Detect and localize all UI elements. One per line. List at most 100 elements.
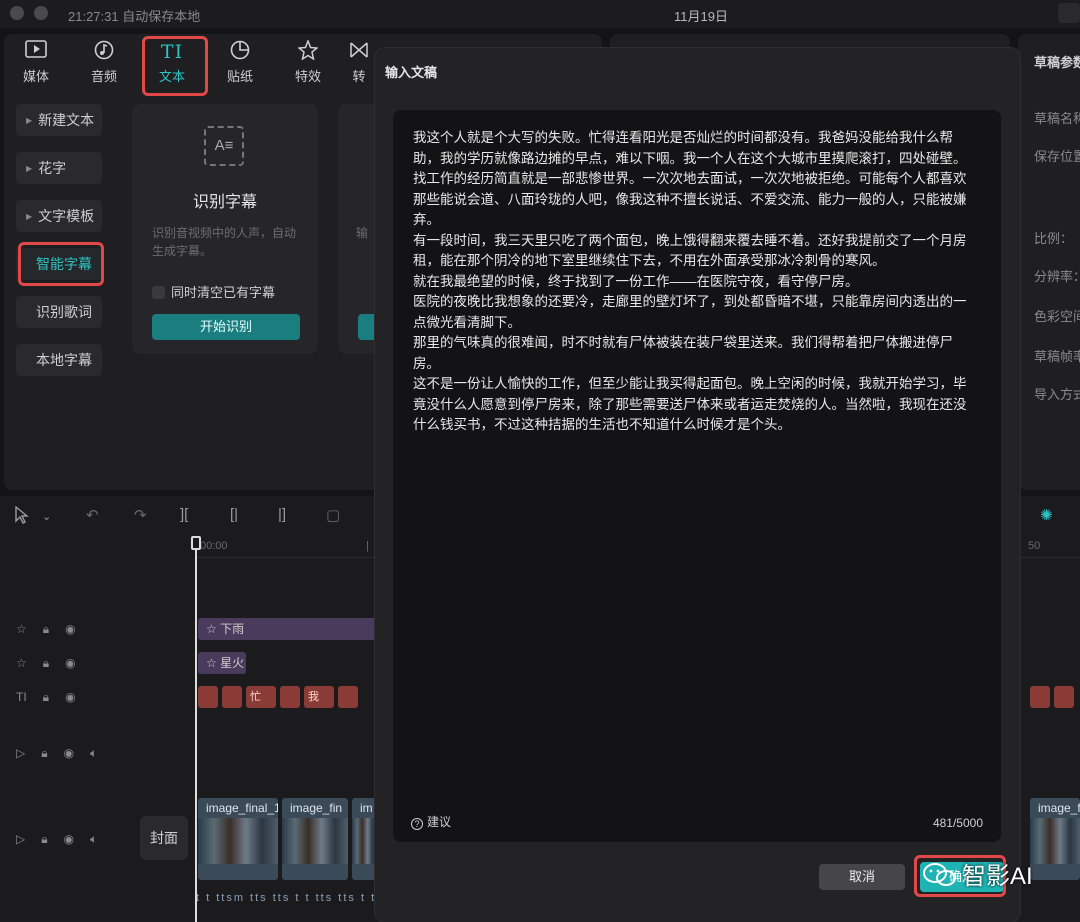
window-close-button[interactable] [10, 6, 24, 20]
ruler-label: 00:00 [200, 540, 228, 552]
checkbox-box[interactable] [152, 286, 165, 299]
text-clip[interactable] [198, 686, 218, 708]
param-label: 保存位置 [1034, 149, 1080, 164]
text-clip[interactable] [1030, 686, 1050, 708]
script-paragraph: 找工作的经历简直就是一部悲惨世界。一次次地去面试，一次次地被拒绝。可能每个人都喜… [413, 171, 967, 227]
sidebar-item-label: 新建文本 [38, 112, 95, 128]
card-description: 识别音视频中的人声，自动生成字幕。 [152, 226, 297, 258]
split-icon[interactable]: ][ [180, 506, 188, 523]
highlight-text-tab [142, 36, 208, 96]
video-clip[interactable]: image_f [1030, 798, 1080, 880]
lock-icon[interactable]: 🔒︎ [43, 622, 49, 637]
video-clip[interactable]: image_final_1 [198, 798, 278, 880]
script-paragraph: 我这个人就是个大写的失败。忙得连看阳光是否灿烂的时间都没有。我爸妈没能给我什么帮… [413, 130, 967, 166]
tab-transition[interactable]: 转 [344, 38, 374, 88]
tab-sticker[interactable]: 贴纸 [210, 38, 270, 88]
chevron-down-icon[interactable]: ⌄ [42, 510, 51, 523]
lock-icon[interactable]: 🔒︎ [41, 832, 47, 847]
start-recognize-button[interactable]: 开始识别 [152, 314, 300, 340]
param-label: 分辨率： [1034, 269, 1080, 284]
effects-icon: ☆ [206, 656, 221, 670]
lock-icon[interactable]: 🔒︎ [43, 690, 49, 705]
tab-media[interactable]: 媒体 [6, 38, 66, 88]
effect-clip-rain[interactable]: ☆ 下雨 [198, 618, 378, 640]
playhead-handle[interactable] [191, 536, 201, 550]
cancel-button[interactable]: 取消 [819, 864, 905, 890]
tab-transition-label: 转 [352, 69, 366, 84]
sticker-icon [210, 40, 270, 64]
eye-icon[interactable]: ◉ [64, 832, 74, 846]
text-clip[interactable] [280, 686, 300, 708]
sidebar-item-new-text[interactable]: ▶ 新建文本 [16, 104, 102, 136]
effect-clip-spark[interactable]: ☆ 星火 [198, 652, 246, 674]
draft-params-panel: 草稿参数 草稿名称 保存位置 比例： 分辨率： 色彩空间 草稿帧率 导入方式 [1018, 34, 1080, 490]
media-icon [6, 40, 66, 64]
trim-left-icon[interactable]: [| [230, 506, 238, 523]
eye-icon[interactable]: ◉ [65, 656, 75, 670]
watermark: 智影AI [922, 856, 1033, 891]
select-tool-icon[interactable] [14, 505, 30, 528]
title-bar: 21:27:31 自动保存本地 11月19日 [0, 0, 1080, 28]
tab-effects[interactable]: 特效 [278, 38, 338, 88]
sidebar-item-label: 识别歌词 [36, 304, 92, 320]
track-header-effect-2: ☆ 🔒︎ ◉ [16, 656, 92, 671]
volume-icon[interactable]: 🔈︎ [90, 832, 97, 847]
param-label: 色彩空间 [1034, 309, 1080, 324]
sidebar-item-recognize-lyrics[interactable]: 识别歌词 [16, 296, 102, 328]
draft-params-title: 草稿参数 [1034, 55, 1080, 70]
lock-icon[interactable]: 🔒︎ [41, 746, 47, 761]
text-clip[interactable] [222, 686, 242, 708]
clear-existing-checkbox[interactable]: 同时清空已有字幕 [152, 282, 275, 301]
clip-thumbnails [1030, 818, 1080, 864]
eye-icon[interactable]: ◉ [65, 690, 75, 704]
trim-right-icon[interactable]: |] [278, 506, 286, 523]
caret-right-icon: ▶ [26, 212, 33, 222]
suggest-link[interactable]: ? 建议 [411, 813, 451, 830]
script-paragraph: 医院的夜晚比我想象的还要冷，走廊里的壁灯坏了，到处都昏暗不堪，只能靠房间内透出的… [413, 294, 967, 330]
window-minimize-button[interactable] [34, 6, 48, 20]
cover-button[interactable]: 封面 [140, 816, 188, 860]
snap-icon[interactable]: ✺ [1040, 506, 1053, 524]
clip-label: image_final_1 [206, 801, 278, 815]
volume-icon[interactable]: 🔈︎ [90, 746, 97, 761]
playhead[interactable] [195, 536, 197, 922]
video-clip[interactable]: image_fin [282, 798, 348, 880]
effects-icon: ☆ [16, 622, 27, 636]
lock-icon[interactable]: 🔒︎ [43, 656, 49, 671]
video-track-icon: ▷ [16, 746, 26, 760]
titlebar-menu-button[interactable] [1058, 3, 1080, 23]
param-label: 草稿名称 [1034, 111, 1080, 126]
autosave-status: 21:27:31 自动保存本地 [68, 9, 201, 24]
track-header-effect-1: ☆ 🔒︎ ◉ [16, 622, 92, 637]
text-clip[interactable] [338, 686, 358, 708]
card-title: 识别字幕 [192, 194, 257, 211]
audio-icon [74, 40, 134, 64]
eye-icon[interactable]: ◉ [64, 746, 74, 760]
tab-audio[interactable]: 音频 [74, 38, 134, 88]
project-title: 11月19日 [674, 9, 728, 24]
recognize-subtitle-card: A≡ 识别字幕 识别音视频中的人声，自动生成字幕。 同时清空已有字幕 开始识别 [132, 104, 318, 354]
text-clip[interactable] [1054, 686, 1074, 708]
sidebar-item-fancy-text[interactable]: ▶ 花字 [16, 152, 102, 184]
sidebar-item-text-template[interactable]: ▶ 文字模板 [16, 200, 102, 232]
script-textarea[interactable]: 我这个人就是个大写的失败。忙得连看阳光是否灿烂的时间都没有。我爸妈没能给我什么帮… [393, 110, 1001, 842]
tab-effects-label: 特效 [294, 69, 321, 84]
clip-label: 下雨 [220, 622, 245, 636]
sidebar-item-local-subtitle[interactable]: 本地字幕 [16, 344, 102, 376]
ruler-label: 50 [1028, 540, 1041, 552]
track-header-video: ▷ 🔒︎ ◉ 🔈︎ [16, 746, 113, 761]
ruler-label: | [366, 540, 369, 552]
clip-thumbnails [198, 818, 278, 864]
sidebar-item-label: 花字 [38, 160, 67, 176]
text-clip[interactable]: 忙 [246, 686, 276, 708]
eye-icon[interactable]: ◉ [65, 622, 75, 636]
redo-icon[interactable]: ↷ [134, 506, 147, 524]
text-clip[interactable]: 我 [304, 686, 334, 708]
tab-audio-label: 音频 [90, 69, 117, 84]
sidebar-item-label: 文字模板 [38, 208, 95, 224]
transition-icon [344, 40, 374, 64]
undo-icon[interactable]: ↶ [86, 506, 99, 524]
delete-icon[interactable]: ▢ [326, 506, 340, 524]
effects-icon: ☆ [206, 622, 221, 636]
tab-sticker-label: 贴纸 [226, 69, 253, 84]
